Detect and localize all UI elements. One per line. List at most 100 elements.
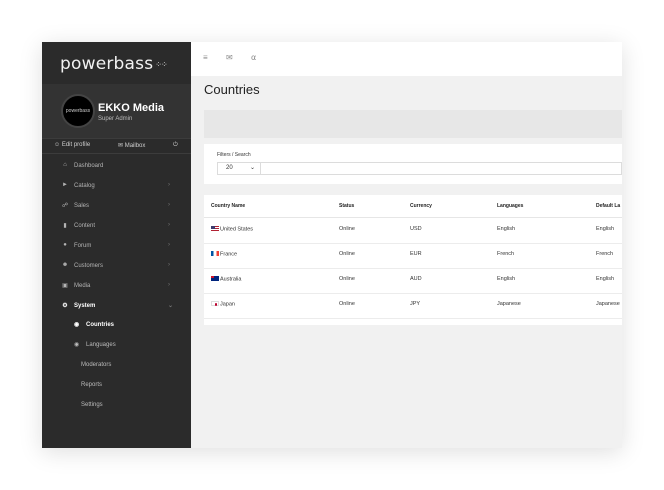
status-cell: Online — [339, 276, 355, 282]
envelope-icon[interactable]: ✉ — [226, 53, 233, 62]
countries-table: Country Name Status Currency Languages D… — [204, 195, 622, 325]
column-header-currency[interactable]: Currency — [410, 203, 432, 209]
country-cell: France — [211, 251, 237, 258]
top-bar: ≡ ✉ ⍺ — [191, 42, 622, 76]
default-language-cell: English — [596, 226, 615, 232]
sidebar-item-forum[interactable]: ● Forum › — [42, 241, 191, 255]
globe-icon: ◉ — [74, 322, 80, 328]
languages-cell: French — [497, 251, 515, 257]
us-flag-icon — [211, 226, 219, 231]
user-icon: ☺ — [54, 142, 61, 148]
media-icon: ▣ — [62, 283, 68, 289]
profile-actions: ☺ Edit profile ✉ Mailbox ⏻ — [42, 138, 191, 154]
sidebar-item-dashboard[interactable]: ⌂ Dashboard — [42, 161, 191, 175]
sidebar-item-system[interactable]: ⚙ System ⌄ — [42, 301, 191, 315]
column-header-default-language[interactable]: Default La — [596, 203, 620, 209]
sidebar-subitem-settings[interactable]: Settings — [42, 400, 191, 414]
column-header-country[interactable]: Country Name — [211, 203, 245, 209]
table-row[interactable]: France Online EUR French French — [204, 243, 622, 269]
sidebar-item-label: System — [74, 303, 96, 309]
sidebar-subitem-languages[interactable]: ◉ Languages — [42, 340, 191, 354]
avatar[interactable]: powerbass — [61, 94, 95, 128]
mailbox-link[interactable]: ✉ Mailbox — [118, 142, 145, 149]
logo-text: powerbass — [60, 54, 154, 74]
france-flag-icon — [211, 251, 219, 256]
search-input[interactable] — [261, 162, 622, 175]
country-name: France — [220, 251, 238, 258]
default-language-cell: French — [596, 251, 614, 257]
country-name: Australia — [220, 276, 242, 283]
sidebar-subitem-label: Countries — [86, 322, 115, 328]
envelope-icon: ✉ — [118, 143, 124, 149]
chevron-down-icon: ⌄ — [168, 303, 174, 309]
column-header-status[interactable]: Status — [339, 203, 354, 209]
sidebar-item-customers[interactable]: ☻ Customers › — [42, 261, 191, 275]
languages-cell: Japanese — [497, 301, 521, 307]
table-row[interactable]: United States Online USD English English — [204, 218, 622, 244]
sidebar-item-media[interactable]: ▣ Media › — [42, 281, 191, 295]
default-language-cell: Japanese — [596, 301, 620, 307]
filters-panel: Filters / Search 20 ⌄ — [204, 144, 622, 184]
chevron-right-icon: › — [168, 202, 170, 208]
profile-name: EKKO Media — [98, 102, 165, 114]
edit-profile-label: Edit profile — [61, 142, 91, 148]
page-title: Countries — [204, 82, 260, 97]
sidebar-item-label: Dashboard — [74, 163, 104, 169]
profile-role: Super Admin — [98, 116, 133, 122]
home-icon: ⌂ — [63, 162, 67, 168]
country-cell: United States — [211, 226, 253, 233]
sidebar-item-content[interactable]: ▮ Content › — [42, 221, 191, 235]
chevron-right-icon: › — [168, 262, 170, 268]
table-row[interactable]: Australia Online AUD English English — [204, 268, 622, 294]
default-language-cell: English — [596, 276, 615, 282]
table-header: Country Name Status Currency Languages D… — [204, 195, 622, 218]
languages-cell: English — [497, 226, 516, 232]
country-cell: Australia — [211, 276, 241, 283]
sidebar-subitem-moderators[interactable]: Moderators — [42, 360, 191, 374]
per-page-select[interactable]: 20 ⌄ — [217, 162, 261, 175]
logo-grid-icon: ⁘⁘ — [155, 60, 167, 69]
country-cell: Japan — [211, 301, 235, 308]
sidebar-subitem-reports[interactable]: Reports — [42, 380, 191, 394]
sidebar-item-sales[interactable]: ☍ Sales › — [42, 201, 191, 215]
country-name: United States — [220, 226, 254, 233]
sidebar-subitem-countries[interactable]: ◉ Countries — [42, 320, 191, 334]
chevron-right-icon: › — [168, 282, 170, 288]
currency-cell: EUR — [410, 251, 422, 257]
chevron-right-icon: › — [168, 242, 170, 248]
sidebar-item-label: Catalog — [74, 183, 95, 189]
status-cell: Online — [339, 301, 355, 307]
sidebar-subitem-label: Reports — [81, 382, 103, 388]
currency-cell: AUD — [410, 276, 422, 282]
chevron-right-icon: › — [168, 222, 170, 228]
sidebar: powerbass ⁘⁘ powerbass EKKO Media Super A… — [42, 42, 191, 448]
table-row[interactable]: Japan Online JPY Japanese Japanese — [204, 293, 622, 319]
menu-icon[interactable]: ≡ — [203, 53, 208, 62]
globe-icon: ◉ — [74, 342, 80, 348]
japan-flag-icon — [211, 301, 219, 306]
bell-icon[interactable]: ⍺ — [251, 53, 256, 62]
header-band — [204, 110, 622, 138]
sidebar-item-label: Media — [74, 283, 91, 289]
sidebar-item-label: Content — [74, 223, 96, 229]
column-header-languages[interactable]: Languages — [497, 203, 523, 209]
status-cell: Online — [339, 251, 355, 257]
gears-icon: ⚙ — [62, 303, 68, 309]
chevron-down-icon: ⌄ — [250, 165, 256, 171]
chat-icon: ● — [63, 242, 67, 248]
australia-flag-icon — [211, 276, 219, 281]
sidebar-item-label: Forum — [74, 243, 92, 249]
sidebar-item-catalog[interactable]: ► Catalog › — [42, 181, 191, 195]
chart-icon: ▮ — [63, 223, 67, 229]
filters-title: Filters / Search — [217, 152, 251, 158]
edit-profile-link[interactable]: ☺ Edit profile — [54, 142, 90, 148]
sidebar-subitem-label: Moderators — [81, 362, 112, 368]
power-button[interactable]: ⏻ — [173, 142, 178, 149]
power-icon: ⏻ — [173, 142, 178, 148]
mailbox-label: Mailbox — [124, 143, 146, 149]
per-page-value: 20 — [226, 165, 233, 171]
avatar-logo-text: powerbass — [65, 108, 91, 114]
currency-cell: USD — [410, 226, 422, 232]
brand-logo[interactable]: powerbass ⁘⁘ — [60, 54, 168, 74]
sidebar-subitem-label: Languages — [86, 342, 116, 348]
